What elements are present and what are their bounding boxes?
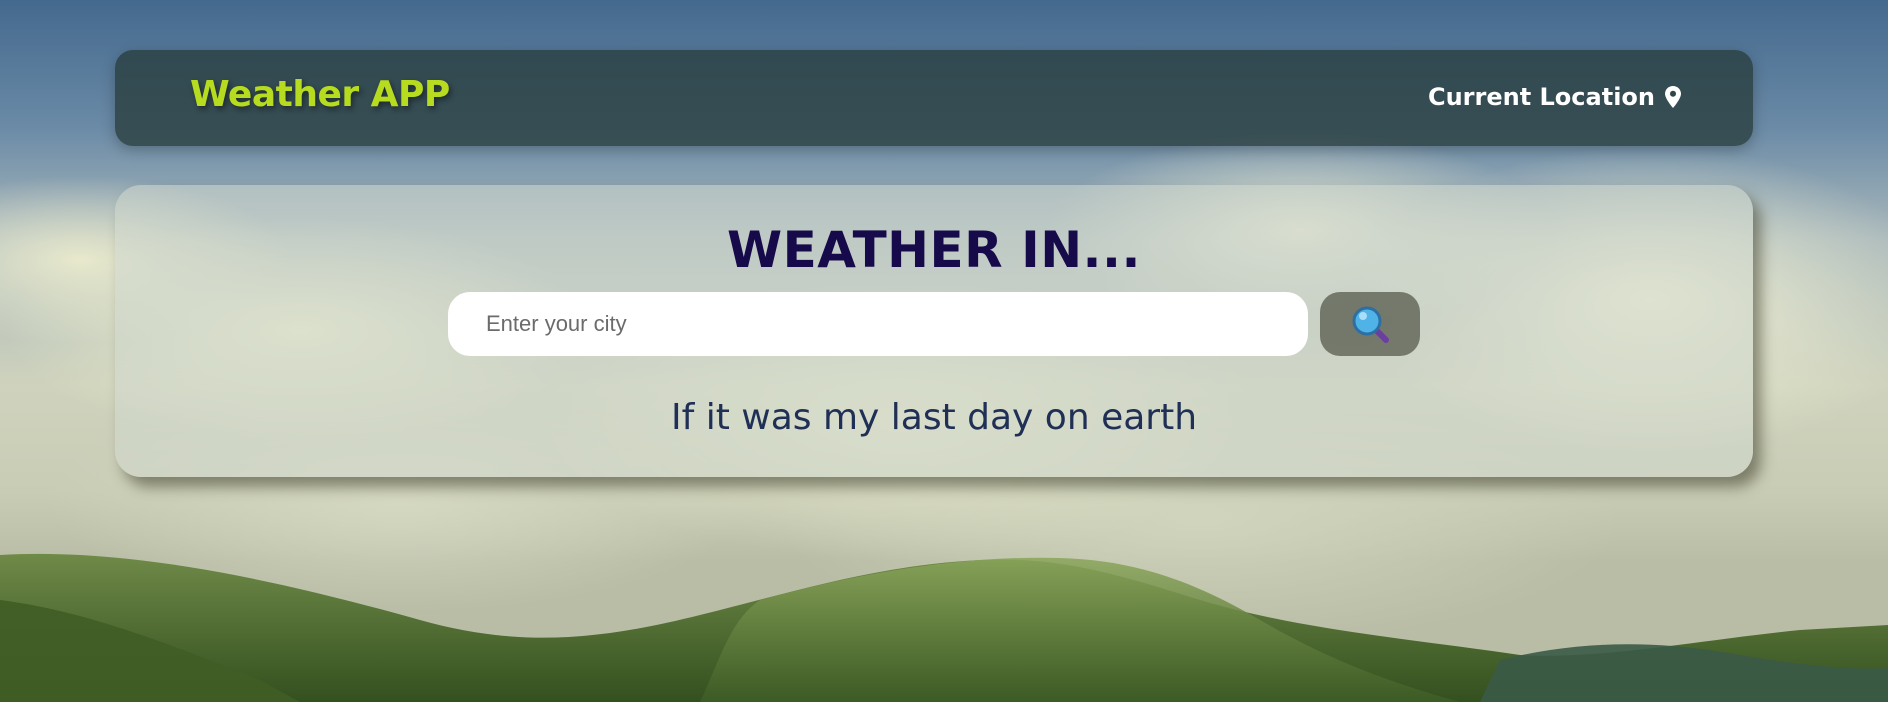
search-icon [1352, 306, 1389, 343]
app-brand[interactable]: Weather APP [190, 74, 450, 115]
city-search-input[interactable] [448, 292, 1308, 356]
quote-text: If it was my last day on earth [670, 397, 1198, 438]
navbar: Weather APP Current Location [115, 50, 1753, 146]
search-button[interactable] [1320, 292, 1420, 356]
search-card: WEATHER IN... If it was my last day on e… [115, 185, 1753, 477]
current-location-button[interactable]: Current Location [1428, 83, 1681, 111]
map-pin-icon [1665, 86, 1681, 108]
page-title: WEATHER IN... [726, 221, 1142, 279]
current-location-label: Current Location [1427, 83, 1655, 111]
